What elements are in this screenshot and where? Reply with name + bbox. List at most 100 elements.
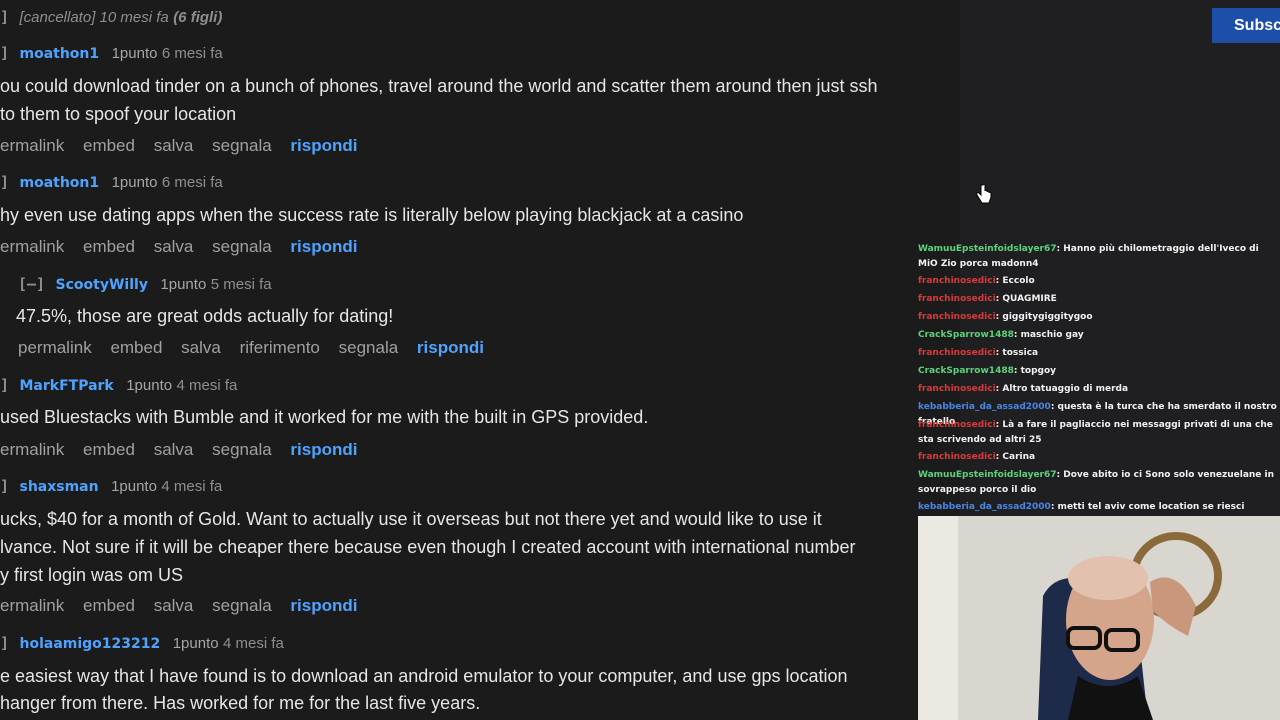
- comment-author[interactable]: MarkFTPark: [19, 378, 113, 394]
- save-link[interactable]: salva: [154, 440, 194, 459]
- collapse-toggle[interactable]: ]: [0, 8, 9, 26]
- chat-username: franchinosedici: [918, 420, 996, 430]
- chat-username: WamuuEpsteinfoidslayer67: [918, 244, 1057, 254]
- chat-message: franchinosedici: tossica: [918, 346, 1278, 361]
- reply-link[interactable]: rispondi: [290, 237, 357, 256]
- reply-link[interactable]: rispondi: [290, 440, 357, 459]
- chat-text: : tossica: [995, 348, 1039, 358]
- embed-link[interactable]: embed: [83, 596, 135, 615]
- report-link[interactable]: segnala: [212, 237, 272, 256]
- chat-message: franchinosedici: Eccolo: [918, 274, 1278, 289]
- collapse-toggle[interactable]: ]: [0, 44, 9, 62]
- embed-link[interactable]: embed: [83, 136, 135, 155]
- save-link[interactable]: salva: [154, 136, 194, 155]
- collapse-toggle[interactable]: ]: [0, 477, 9, 495]
- deleted-comment-header: ] [cancellato] 10 mesi fa (6 figli): [0, 8, 222, 27]
- chat-username: CrackSparrow1488: [918, 330, 1014, 340]
- report-link[interactable]: segnala: [212, 136, 272, 155]
- collapse-toggle[interactable]: ]: [0, 376, 9, 394]
- webcam-person-image: [918, 516, 1280, 720]
- chat-message: CrackSparrow1488: topgoy: [918, 364, 1278, 379]
- chat-username: franchinosedici: [918, 294, 996, 304]
- chat-username: kebabberia_da_assad2000: [918, 402, 1051, 412]
- chat-text: : Carina: [995, 452, 1036, 462]
- reply-link[interactable]: rispondi: [290, 136, 357, 155]
- chat-username: franchinosedici: [918, 312, 996, 322]
- chat-message: CrackSparrow1488: maschio gay: [918, 328, 1278, 343]
- comment-body-line: used Bluestacks with Bumble and it worke…: [0, 407, 649, 427]
- comment-age: 6 mesi fa: [161, 174, 223, 191]
- report-link[interactable]: segnala: [212, 596, 272, 615]
- permalink-link[interactable]: ermalink: [0, 440, 64, 459]
- chat-text: : QUAGMIRE: [995, 294, 1057, 304]
- chat-username: franchinosedici: [918, 348, 996, 358]
- save-link[interactable]: salva: [181, 338, 221, 357]
- embed-link[interactable]: embed: [83, 440, 135, 459]
- children-count[interactable]: (6 figli): [173, 9, 222, 26]
- comment-header: ] MarkFTPark 1punto 4 mesi fa: [0, 376, 237, 395]
- permalink-link[interactable]: ermalink: [0, 596, 64, 615]
- comment-author[interactable]: moathon1: [19, 175, 99, 191]
- comment-body-line: y first login was om US: [0, 565, 184, 585]
- subscribe-button[interactable]: Subsc: [1212, 8, 1280, 43]
- comment-header: ] moathon1 1punto 6 mesi fa: [0, 44, 223, 63]
- comment-actions: ermalink embed salva segnala rispondi: [0, 237, 371, 257]
- chat-username: franchinosedici: [918, 384, 996, 394]
- comment-header: [–] ScootyWilly 1punto 5 mesi fa: [18, 275, 272, 294]
- comment-body-line: hy even use dating apps when the success…: [0, 205, 744, 225]
- comment-body-line: ou could download tinder on a bunch of p…: [0, 76, 878, 96]
- comment-age: 4 mesi fa: [176, 377, 238, 394]
- comment-header: ] holaamigo123212 1punto 4 mesi fa: [0, 634, 284, 653]
- comment-author[interactable]: ScootyWilly: [56, 277, 148, 293]
- permalink-link[interactable]: ermalink: [0, 136, 64, 155]
- chat-text: : topgoy: [1013, 366, 1057, 376]
- chat-message: kebabberia_da_assad2000: metti tel aviv …: [918, 500, 1278, 515]
- comment-author[interactable]: holaamigo123212: [19, 636, 160, 652]
- permalink-link[interactable]: ermalink: [0, 237, 64, 256]
- chat-message: franchinosedici: Carina: [918, 450, 1278, 465]
- chat-text: : maschio gay: [1013, 330, 1084, 340]
- report-link[interactable]: segnala: [212, 440, 272, 459]
- collapse-toggle[interactable]: ]: [0, 634, 9, 652]
- comment-header: ] shaxsman 1punto 4 mesi fa: [0, 477, 222, 496]
- chat-username: WamuuEpsteinfoidslayer67: [918, 470, 1057, 480]
- collapse-toggle[interactable]: ]: [0, 173, 9, 191]
- reference-link[interactable]: riferimento: [240, 338, 320, 357]
- comment-age: 6 mesi fa: [161, 45, 223, 62]
- comment-score: 1punto: [160, 276, 207, 293]
- comment-age: 4 mesi fa: [223, 635, 284, 652]
- deleted-label: [cancellato] 10 mesi fa: [19, 9, 169, 26]
- comment-body-line: 47.5%, those are great odds actually for…: [16, 306, 394, 326]
- permalink-link[interactable]: permalink: [18, 338, 92, 357]
- comment-score: 1punto: [172, 635, 219, 652]
- embed-link[interactable]: embed: [110, 338, 162, 357]
- comment-score: 1punto: [111, 45, 158, 62]
- comment-body-line: to them to spoof your location: [0, 104, 237, 124]
- comment-body-line: lvance. Not sure if it will be cheaper t…: [0, 537, 856, 557]
- chat-text: : giggitygiggitygoo: [995, 312, 1093, 322]
- comment-actions: ermalink embed salva segnala rispondi: [0, 440, 371, 460]
- comment-actions: ermalink embed salva segnala rispondi: [0, 136, 371, 156]
- chat-username: CrackSparrow1488: [918, 366, 1014, 376]
- save-link[interactable]: salva: [154, 237, 194, 256]
- embed-link[interactable]: embed: [83, 237, 135, 256]
- comment-body-line: e easiest way that I have found is to do…: [0, 666, 848, 686]
- reply-link[interactable]: rispondi: [290, 596, 357, 615]
- chat-message: franchinosedici: Là a fare il pagliaccio…: [918, 418, 1278, 448]
- chat-text: : Altro tatuaggio di merda: [995, 384, 1129, 394]
- comment-actions: ermalink embed salva segnala rispondi: [0, 596, 371, 616]
- comment-age: 5 mesi fa: [210, 276, 272, 293]
- collapse-toggle[interactable]: [–]: [18, 275, 45, 293]
- comment-author[interactable]: moathon1: [19, 46, 99, 62]
- comment-author[interactable]: shaxsman: [19, 479, 98, 495]
- comment-score: 1punto: [111, 478, 157, 495]
- comment-body-line: hanger from there. Has worked for me for…: [0, 693, 481, 713]
- hand-cursor-icon: [976, 183, 992, 211]
- chat-username: franchinosedici: [918, 276, 996, 286]
- save-link[interactable]: salva: [154, 596, 194, 615]
- report-link[interactable]: segnala: [339, 338, 399, 357]
- live-chat-overlay: WamuuEpsteinfoidslayer67: Hanno più chil…: [916, 242, 1280, 514]
- webcam-feed: [918, 516, 1280, 720]
- comment-age: 4 mesi fa: [161, 478, 223, 495]
- reply-link[interactable]: rispondi: [417, 338, 484, 357]
